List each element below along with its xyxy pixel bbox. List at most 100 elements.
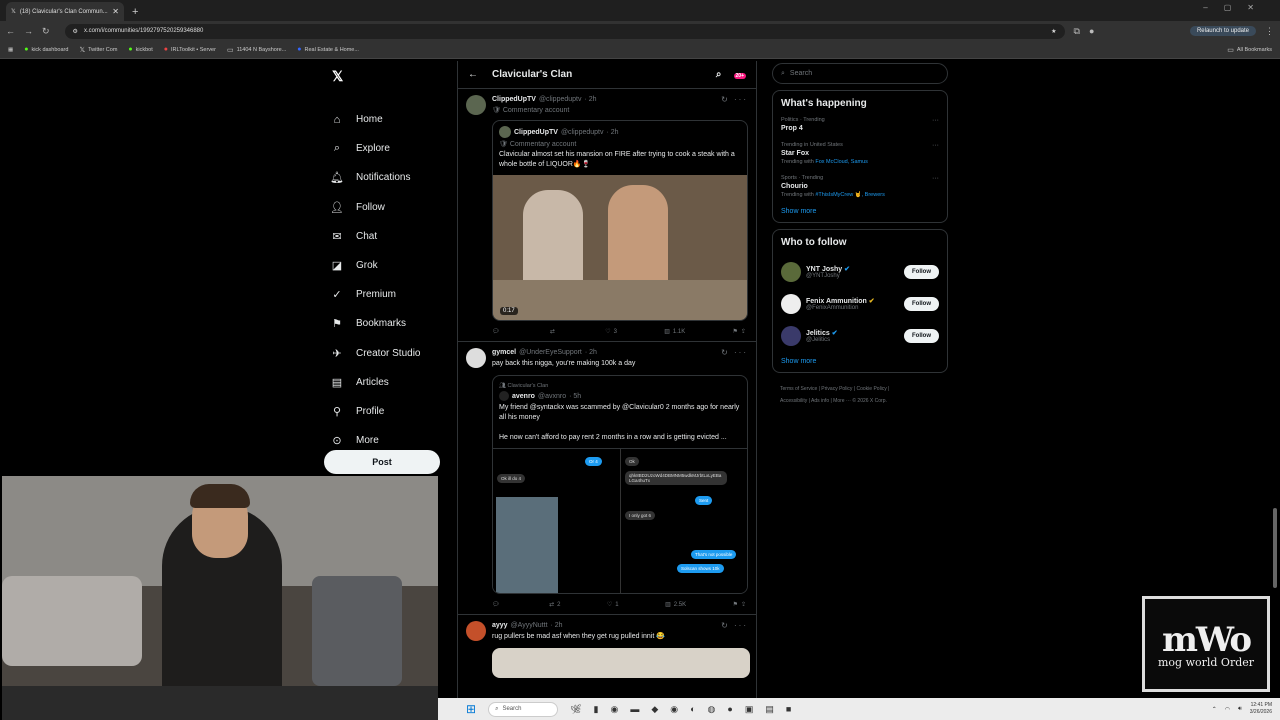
nav-notifications[interactable]: 🔔︎ Notifications (326, 163, 446, 192)
follow-button[interactable]: Follow (904, 329, 939, 343)
tweet[interactable]: ayyy @AyyyNuttt · 2h ↻ ··· rug pullers b… (458, 615, 756, 684)
chrome-icon-2[interactable]: ◉ (670, 704, 678, 715)
nav-articles[interactable]: ▤ Articles (326, 368, 446, 397)
bookmark-item[interactable]: ● IRLToolkit • Server (164, 46, 216, 53)
bookmark-item[interactable]: 𝕏 Twitter Com (79, 46, 117, 54)
site-info-icon[interactable]: ⚙ (73, 28, 78, 35)
nav-chat[interactable]: ✉ Chat (326, 222, 446, 251)
volume-icon[interactable]: 🔊︎ (1238, 706, 1242, 713)
browser-tab[interactable]: 𝕏 (18) Clavicular's Clan Commun... ✕ (6, 2, 124, 21)
widget-icon[interactable]: 🌿︎ (570, 704, 581, 715)
tweet-image[interactable] (492, 648, 750, 678)
tab-close-icon[interactable]: ✕ (112, 7, 119, 16)
author-name[interactable]: gymcel (492, 349, 516, 356)
nav-creator-studio[interactable]: ✈ Creator Studio (326, 339, 446, 368)
file-explorer-icon[interactable]: ▮ (594, 704, 599, 715)
footer-line-1[interactable]: Terms of Service | Privacy Policy | Cook… (780, 383, 948, 395)
browser-menu-icon[interactable]: ⋮ (1265, 26, 1274, 37)
x-logo-icon[interactable]: 𝕏 (332, 68, 446, 85)
follow-suggestion[interactable]: Fenix Ammunition ✔ @FenixAmmunition Follo… (781, 288, 939, 320)
app-icon-2[interactable]: ◍ (708, 704, 716, 715)
show-more-link[interactable]: Show more (781, 208, 939, 215)
search-icon[interactable]: ⌕ (716, 69, 722, 80)
extensions-icon[interactable]: ⧉ (1074, 26, 1080, 37)
like-button[interactable]: ♡ 1 (607, 601, 619, 609)
tweet[interactable]: gymcel @UnderEyeSupport · 2h ↻ ··· pay b… (458, 342, 756, 615)
trend-item[interactable]: Sports · Trending Chourio Trending with … (781, 175, 939, 198)
post-button[interactable]: Post (324, 450, 440, 474)
bookmark-item[interactable]: ● Real Estate & Home... (297, 46, 359, 53)
search-input[interactable]: ⌕ Search (772, 63, 948, 84)
discord-icon[interactable]: ◐ (690, 704, 695, 714)
author-handle[interactable]: @UnderEyeSupport (519, 349, 582, 356)
author-name[interactable]: ayyy (492, 622, 508, 629)
follow-button[interactable]: Follow (904, 297, 939, 311)
nav-profile[interactable]: ⚲ Profile (326, 397, 446, 426)
clock[interactable]: 12:41 PM 3/26/2026 (1250, 702, 1272, 716)
tweet-time[interactable]: · 2h (585, 349, 597, 356)
quoted-tweet[interactable]: ClippedUpTV @clippeduptv · 2h 🛡︎ Comment… (492, 120, 748, 321)
more-options-icon[interactable]: ↻ ··· (721, 95, 748, 104)
trend-item[interactable]: Politics · Trending Prop 4 ··· (781, 117, 939, 132)
app-icon-4[interactable]: ▤ (765, 704, 774, 715)
nav-bookmarks[interactable]: ⚑ Bookmarks (326, 309, 446, 338)
back-arrow-icon[interactable]: ← (468, 69, 478, 80)
nav-explore[interactable]: ⌕ Explore (326, 134, 446, 163)
avatar[interactable] (466, 348, 486, 368)
taskbar-search[interactable]: ⌕ Search (488, 701, 559, 717)
follow-suggestion[interactable]: Jelitics ✔ @Jelitics Follow (781, 320, 939, 352)
trend-item[interactable]: Trending in United States Star Fox Trend… (781, 142, 939, 165)
show-more-link[interactable]: Show more (781, 358, 939, 365)
window-controls[interactable]: –▢✕ (1203, 3, 1270, 12)
scrollbar-thumb[interactable] (1273, 508, 1277, 588)
author-name[interactable]: ClippedUpTV (492, 96, 536, 103)
bookmark-item[interactable]: ▭ 11404 N Bayshore... (227, 46, 286, 54)
trend-with-links[interactable]: Fox McCloud, Samus (815, 159, 868, 165)
chrome-icon[interactable]: ◉ (610, 704, 618, 715)
footer-links[interactable]: Terms of Service | Privacy Policy | Cook… (772, 383, 948, 407)
more-options-icon[interactable]: ··· (932, 142, 939, 149)
reload-icon[interactable]: ↻ (42, 26, 50, 37)
app-icon[interactable]: ◆ (651, 704, 658, 715)
retweet-button[interactable]: ⇄ 2 (549, 601, 560, 609)
avatar[interactable] (781, 326, 801, 346)
bookmark-share-buttons[interactable]: ⚑ ⇪ (733, 328, 746, 335)
author-handle[interactable]: @clippeduptv (539, 96, 582, 103)
avatar[interactable] (781, 294, 801, 314)
like-button[interactable]: ♡ 3 (605, 328, 617, 336)
notification-badge[interactable]: 20+ (733, 69, 746, 80)
follow-button[interactable]: Follow (904, 265, 939, 279)
new-tab-icon[interactable]: + (132, 6, 138, 18)
avatar[interactable] (466, 95, 486, 115)
nav-follow[interactable]: 👤︎ Follow (326, 193, 446, 222)
folder-icon[interactable]: ▬ (630, 704, 639, 714)
follow-suggestion[interactable]: YNT Joshy ✔ @YNTJoshy Follow (781, 256, 939, 288)
more-options-icon[interactable]: ··· (932, 117, 939, 124)
trend-with-links[interactable]: #ThisIsMyCrew 🤘, Brewers (815, 192, 885, 198)
bookmark-star-icon[interactable]: ★ (1051, 28, 1056, 35)
forward-icon[interactable]: → (24, 26, 33, 36)
tweet-time[interactable]: · 2h (584, 96, 596, 103)
views-button[interactable]: ▥ 1.1K (664, 328, 685, 336)
nav-premium[interactable]: ✓ Premium (326, 280, 446, 309)
quoted-tweet[interactable]: 👥︎ Clavicular's Clan avenro @avxnro · 5h… (492, 375, 748, 594)
spotify-icon[interactable]: ● (727, 704, 732, 714)
author-handle[interactable]: @AyyyNuttt (511, 622, 548, 629)
app-icon-5[interactable]: ■ (786, 704, 791, 714)
avatar[interactable] (466, 621, 486, 641)
bookmark-item[interactable]: ● kick dashboard (24, 46, 68, 53)
page-scrollbar[interactable] (1273, 60, 1278, 696)
windows-start-icon[interactable]: ⊞ (466, 702, 476, 716)
nav-home[interactable]: ⌂ Home (326, 105, 446, 134)
profile-avatar[interactable]: ● (1089, 26, 1094, 36)
avatar[interactable] (781, 262, 801, 282)
bookmark-item[interactable]: ● kickbot (128, 46, 152, 53)
wifi-icon[interactable]: ◠ (1225, 706, 1230, 713)
relaunch-button[interactable]: Relaunch to update (1189, 26, 1256, 36)
back-icon[interactable]: ← (6, 26, 15, 36)
url-field[interactable]: ⚙ x.com/i/communities/199279752025934688… (64, 23, 1065, 39)
more-options-icon[interactable]: ↻ ··· (721, 621, 748, 630)
views-button[interactable]: ▥ 2.5K (665, 601, 686, 609)
video-thumbnail[interactable]: 0:17 (493, 175, 747, 320)
reply-button[interactable]: 💬︎ (492, 328, 503, 335)
